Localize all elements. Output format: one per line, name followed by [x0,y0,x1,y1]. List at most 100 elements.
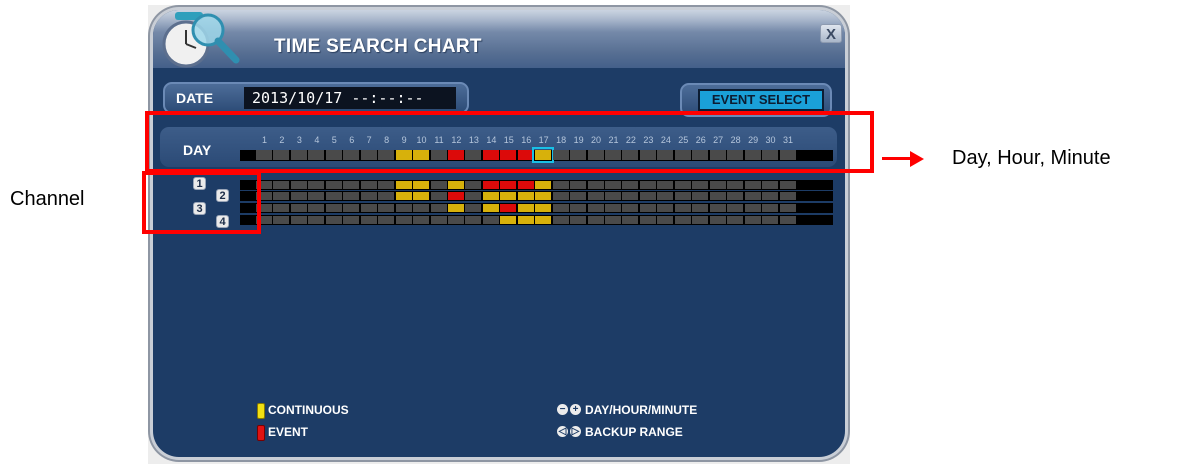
channel-4-cell-31[interactable] [779,216,796,224]
channel-1-cell-8[interactable] [378,181,395,189]
channel-3-cell-21[interactable] [605,204,621,212]
channel-2-cell-10[interactable] [413,192,430,200]
channel-4-cell-27[interactable] [709,216,726,224]
channel-1-cell-16[interactable] [517,181,534,189]
channel-4-cell-12[interactable] [447,216,464,224]
channel-3-cell-3[interactable] [290,204,307,212]
channel-1-cell-30[interactable] [762,181,779,189]
channel-3-cell-25[interactable] [674,204,691,212]
channel-2-cell-21[interactable] [605,192,621,200]
channel-4-cell-20[interactable] [587,216,604,224]
channel-1-cell-2[interactable] [273,181,290,189]
channel-2-cell-16[interactable] [517,192,534,200]
channel-2-cell-17[interactable] [535,192,552,200]
channel-4-cell-13[interactable] [465,216,482,224]
channel-3-cell-31[interactable] [779,204,796,212]
channel-2-cell-14[interactable] [482,192,499,200]
channel-3-cell-12[interactable] [447,204,464,212]
channel-4-cell-17[interactable] [535,216,552,224]
channel-1-cell-29[interactable] [744,181,761,189]
channel-1-cell-27[interactable] [709,181,726,189]
channel-1-cell-10[interactable] [413,181,430,189]
channel-4-cell-30[interactable] [762,216,779,224]
channel-4-cell-8[interactable] [378,216,395,224]
channel-2-cell-6[interactable] [343,192,360,200]
channel-1-cell-23[interactable] [639,181,656,189]
channel-4-cell-16[interactable] [517,216,534,224]
channel-1-cell-12[interactable] [447,181,464,189]
channel-1-cell-5[interactable] [325,181,342,189]
channel-4-cell-9[interactable] [395,216,412,224]
channel-3-cell-14[interactable] [482,204,499,212]
close-button[interactable]: X [820,24,842,43]
channel-2-cell-24[interactable] [657,192,674,200]
channel-4-cell-29[interactable] [744,216,761,224]
channel-1-cell-20[interactable] [587,181,604,189]
channel-3-cell-23[interactable] [639,204,656,212]
channel-2-cell-13[interactable] [465,192,482,200]
channel-1-cell-14[interactable] [482,181,499,189]
channel-1-cell-15[interactable] [500,181,517,189]
channel-1-cell-21[interactable] [605,181,621,189]
channel-4-cell-22[interactable] [622,216,639,224]
channel-2-cell-22[interactable] [622,192,639,200]
channel-1-cell-25[interactable] [674,181,691,189]
channel-3-cell-16[interactable] [517,204,534,212]
channel-1-cell-24[interactable] [657,181,674,189]
channel-2-cell-28[interactable] [727,192,744,200]
channel-2-cell-7[interactable] [360,192,377,200]
channel-3-cell-4[interactable] [308,204,325,212]
channel-3-cell-27[interactable] [709,204,726,212]
channel-3-cell-30[interactable] [762,204,779,212]
channel-4-cell-25[interactable] [674,216,691,224]
channel-1-cell-13[interactable] [465,181,482,189]
channel-3-cell-29[interactable] [744,204,761,212]
channel-3-cell-7[interactable] [360,204,377,212]
channel-3-cell-28[interactable] [727,204,744,212]
channel-4-cell-7[interactable] [360,216,377,224]
channel-1-cell-11[interactable] [430,181,447,189]
channel-4-cell-19[interactable] [570,216,587,224]
channel-3-cell-10[interactable] [413,204,430,212]
channel-3-cell-22[interactable] [622,204,639,212]
channel-1-cell-18[interactable] [552,181,569,189]
channel-4-cell-15[interactable] [500,216,517,224]
channel-4-cell-28[interactable] [727,216,744,224]
channel-1-cell-4[interactable] [308,181,325,189]
channel-2-cell-2[interactable] [273,192,290,200]
channel-3-cell-18[interactable] [552,204,569,212]
channel-1-cell-26[interactable] [692,181,709,189]
channel-1-cell-9[interactable] [395,181,412,189]
channel-2-cell-30[interactable] [762,192,779,200]
channel-2-cell-11[interactable] [430,192,447,200]
channel-1-cell-7[interactable] [360,181,377,189]
channel-3-cell-20[interactable] [587,204,604,212]
channel-4-cell-23[interactable] [639,216,656,224]
event-select-button[interactable]: EVENT SELECT [698,89,824,111]
channel-4-cell-10[interactable] [413,216,430,224]
channel-2-cell-19[interactable] [570,192,587,200]
channel-1-cell-28[interactable] [727,181,744,189]
channel-1-cell-6[interactable] [343,181,360,189]
channel-3-cell-19[interactable] [570,204,587,212]
channel-1-cell-3[interactable] [290,181,307,189]
channel-2-cell-31[interactable] [779,192,796,200]
channel-3-cell-17[interactable] [535,204,552,212]
channel-4-cell-5[interactable] [325,216,342,224]
channel-4-cell-26[interactable] [692,216,709,224]
channel-1-cell-31[interactable] [779,181,796,189]
channel-3-cell-6[interactable] [343,204,360,212]
channel-2-cell-20[interactable] [587,192,604,200]
channel-2-cell-23[interactable] [639,192,656,200]
channel-2-cell-8[interactable] [378,192,395,200]
channel-2-cell-25[interactable] [674,192,691,200]
channel-2-cell-9[interactable] [395,192,412,200]
channel-2-cell-15[interactable] [500,192,517,200]
channel-3-cell-13[interactable] [465,204,482,212]
channel-1-cell-17[interactable] [535,181,552,189]
channel-2-cell-12[interactable] [447,192,464,200]
channel-4-cell-24[interactable] [657,216,674,224]
channel-4-cell-4[interactable] [308,216,325,224]
channel-3-cell-8[interactable] [378,204,395,212]
channel-1-cell-22[interactable] [622,181,639,189]
